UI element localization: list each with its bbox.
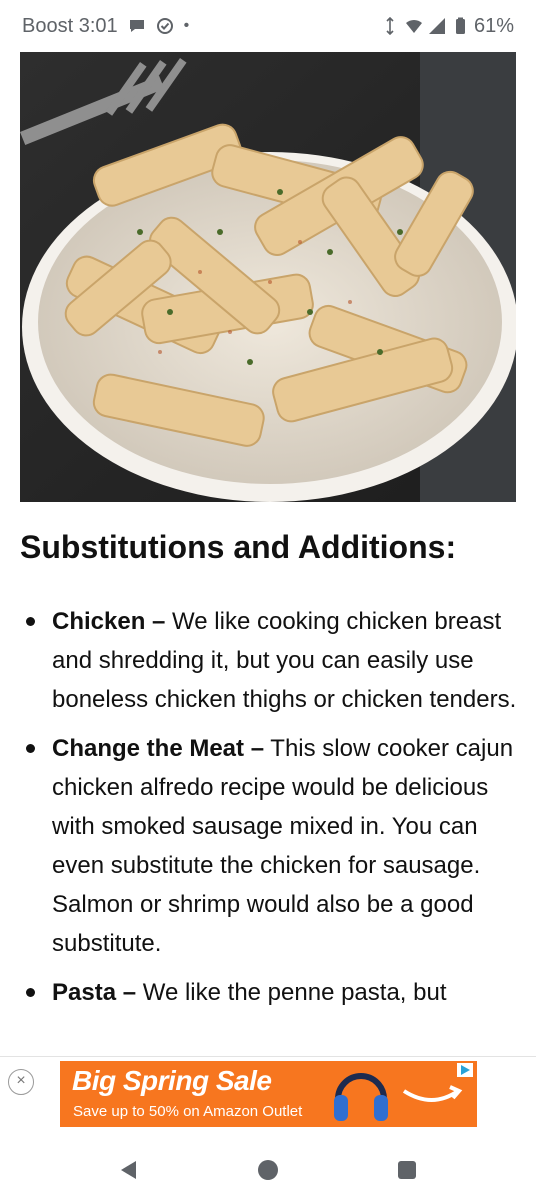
ad-subtitle: Save up to 50% on Amazon Outlet — [73, 1103, 303, 1120]
section-heading: Substitutions and Additions: — [20, 529, 457, 565]
wifi-icon — [405, 19, 422, 33]
list-item-term: Chicken – — [52, 608, 166, 636]
ad-banner-container: × Big Spring Sale Save up to 50% on Amaz… — [0, 1056, 536, 1138]
home-icon — [257, 1160, 278, 1180]
battery-percent: 61% — [473, 14, 514, 37]
list-item-text: This slow cooker cajun chicken alfredo r… — [52, 735, 514, 958]
signal-icon — [428, 18, 445, 34]
notification-dot: • — [183, 17, 190, 34]
chat-bubble-icon — [129, 20, 144, 32]
list-item: Pasta – We like the penne pasta, but — [20, 973, 520, 1012]
recents-button[interactable] — [387, 1150, 427, 1190]
battery-icon — [455, 17, 465, 34]
system-nav-bar — [0, 1140, 536, 1200]
headphones-icon — [334, 1073, 388, 1121]
vibrate-icon — [386, 17, 394, 35]
check-circle-icon — [156, 18, 173, 34]
ad-title: Big Spring Sale — [72, 1065, 272, 1096]
list-item-text: We like the penne pasta, but — [136, 979, 447, 1007]
ad-banner[interactable]: Big Spring Sale Save up to 50% on Amazon… — [60, 1061, 477, 1127]
amazon-smile-icon — [402, 1085, 463, 1102]
bullet-icon — [26, 617, 35, 627]
ad-close-button[interactable]: × — [8, 1069, 34, 1095]
home-button[interactable] — [248, 1150, 288, 1190]
list-item: Chicken – We like cooking chicken breast… — [20, 602, 520, 719]
hero-image — [20, 52, 516, 502]
bullet-icon — [26, 744, 35, 754]
ad-choices-icon[interactable] — [457, 1063, 473, 1077]
recents-icon — [397, 1161, 416, 1179]
bullet-icon — [26, 988, 35, 998]
list-item-term: Pasta – — [52, 979, 137, 1007]
list-item-term: Change the Meat – — [52, 735, 265, 763]
article-content: Substitutions and Additions: Chicken – W… — [20, 528, 520, 1022]
back-icon — [121, 1161, 137, 1179]
carrier-time: Boost 3:01 — [22, 14, 118, 37]
list-item: Change the Meat – This slow cooker cajun… — [20, 729, 520, 963]
back-button[interactable] — [109, 1150, 149, 1190]
status-bar: Boost 3:01 • 61% — [0, 0, 536, 52]
substitutions-list: Chicken – We like cooking chicken breast… — [20, 602, 520, 1012]
